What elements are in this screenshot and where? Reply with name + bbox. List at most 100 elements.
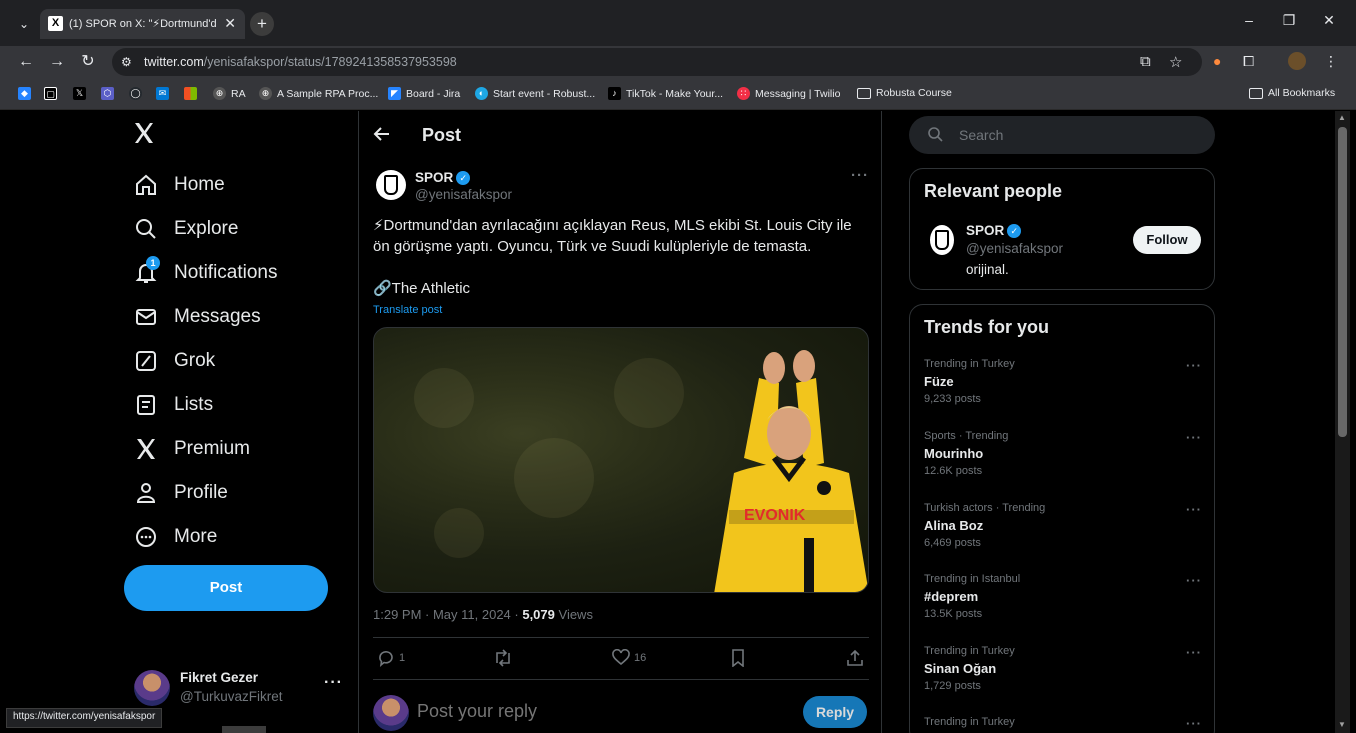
bookmark-star-icon[interactable]: ☆: [1169, 53, 1182, 71]
post-button[interactable]: Post: [124, 565, 328, 611]
nav-notifications[interactable]: 1 Notifications: [134, 256, 278, 288]
x-logo-icon[interactable]: [132, 121, 162, 151]
install-app-icon[interactable]: ⧉: [1140, 53, 1151, 70]
author-name[interactable]: SPOR ✓: [415, 170, 471, 185]
bookmark-action[interactable]: [730, 649, 746, 667]
bookmark-item[interactable]: ▢: [44, 87, 57, 100]
forward-icon[interactable]: →: [47, 52, 67, 72]
nav-premium[interactable]: Premium: [134, 434, 250, 464]
bookmark-item[interactable]: ◆: [18, 87, 31, 100]
relevant-person-handle[interactable]: @yenisafakspor: [966, 241, 1063, 256]
reply-count: 1: [399, 652, 406, 664]
bookmark-rpa[interactable]: ⊕ A Sample RPA Proc...: [259, 87, 378, 100]
nav-label: Grok: [174, 350, 216, 371]
bookmark-tiktok[interactable]: ♪ TikTok - Make Your...: [608, 87, 723, 100]
browser-toolbar: ← → ↻ ⚙ twitter.com/yenisafakspor/status…: [0, 46, 1356, 78]
search-box[interactable]: [909, 116, 1215, 154]
profile-avatar[interactable]: [1288, 52, 1306, 70]
bookmark-twilio[interactable]: ∷ Messaging | Twilio: [737, 87, 840, 100]
author-avatar[interactable]: [930, 225, 954, 255]
like-action[interactable]: 16: [612, 649, 646, 667]
nav-grok[interactable]: Grok: [134, 346, 215, 376]
tab-title: (1) SPOR on X: "⚡Dortmund'd: [69, 18, 217, 30]
tab-close-icon[interactable]: ✕: [224, 15, 236, 32]
nav-more[interactable]: More: [134, 522, 217, 552]
more-dots-icon[interactable]: ···: [1186, 430, 1202, 445]
all-bookmarks-folder[interactable]: All Bookmarks: [1249, 87, 1335, 99]
bookmark-item[interactable]: [184, 87, 197, 100]
verified-badge-icon: ✓: [1007, 223, 1022, 238]
nav-lists[interactable]: Lists: [134, 390, 213, 420]
reply-input[interactable]: [417, 701, 717, 722]
more-dots-icon[interactable]: ···: [1186, 645, 1202, 660]
back-icon[interactable]: ←: [16, 52, 36, 72]
follow-button[interactable]: Follow: [1133, 226, 1201, 254]
more-dots-icon[interactable]: ···: [851, 167, 869, 184]
trend-context: Trending in Istanbul: [924, 573, 1021, 585]
author-handle[interactable]: @yenisafakspor: [415, 187, 512, 202]
avatar: [373, 695, 409, 731]
trend-item[interactable]: Trending in Istanbul #deprem 13.5K posts…: [924, 573, 1204, 620]
bookmark-ra[interactable]: ⊕ RA: [213, 87, 246, 100]
author-avatar[interactable]: [376, 170, 406, 200]
window-close-icon[interactable]: ✕: [1314, 12, 1344, 29]
post-image[interactable]: EVONIK: [373, 327, 869, 593]
browser-tab-active[interactable]: X (1) SPOR on X: "⚡Dortmund'd ✕: [40, 9, 245, 39]
bookmark-icon: [732, 649, 744, 667]
back-arrow-icon[interactable]: [373, 125, 391, 143]
extension-icon[interactable]: ●: [1213, 53, 1221, 69]
trend-item[interactable]: Trending in Turkey ···: [924, 716, 1204, 731]
scroll-down-icon[interactable]: ▼: [1338, 720, 1346, 729]
url-text[interactable]: twitter.com/yenisafakspor/status/1789241…: [144, 55, 457, 69]
share-action[interactable]: [846, 649, 864, 667]
bookmark-folder-robusta[interactable]: Robusta Course: [857, 87, 952, 99]
minimize-icon[interactable]: –: [1234, 12, 1264, 28]
search-input[interactable]: [959, 127, 1199, 143]
browser-menu-icon[interactable]: ⋮: [1324, 53, 1338, 70]
tab-search-chevron-icon[interactable]: ⌄: [14, 14, 34, 34]
more-dots-icon[interactable]: ···: [1186, 573, 1202, 588]
bookmark-item[interactable]: 𝕏: [73, 87, 86, 100]
horizontal-scroll-thumb[interactable]: [222, 726, 266, 733]
bookmark-item[interactable]: ✉: [156, 87, 169, 100]
trend-count: 13.5K posts: [924, 608, 983, 620]
page-scrollbar[interactable]: ▲ ▼: [1335, 111, 1350, 733]
relevant-person-name[interactable]: SPOR ✓: [966, 223, 1022, 238]
translate-post-link[interactable]: Translate post: [373, 304, 442, 316]
more-circle-icon: [134, 525, 158, 549]
reply-button[interactable]: Reply: [803, 696, 867, 728]
more-dots-icon[interactable]: ···: [1186, 358, 1202, 373]
trend-item[interactable]: Sports · Trending Mourinho 12.6K posts ·…: [924, 430, 1204, 477]
trend-item[interactable]: Trending in Turkey Füze 9,233 posts ···: [924, 358, 1204, 405]
more-dots-icon[interactable]: ···: [1186, 716, 1202, 731]
bookmark-jira[interactable]: ◤ Board - Jira: [388, 87, 460, 100]
scroll-up-icon[interactable]: ▲: [1338, 113, 1346, 122]
bookmark-robust[interactable]: ◐ Start event - Robust...: [475, 87, 595, 100]
account-switcher[interactable]: Fikret Gezer @TurkuvazFikret ···: [132, 664, 344, 714]
retweet-action[interactable]: [493, 649, 513, 667]
site-info-icon[interactable]: ⚙: [121, 55, 132, 69]
extensions-puzzle-icon[interactable]: ⧠: [1243, 53, 1254, 70]
twitter-page: Home Explore 1 Notifications Messages Gr…: [6, 111, 1334, 733]
nav-messages[interactable]: Messages: [134, 302, 261, 332]
scroll-thumb[interactable]: [1338, 127, 1347, 437]
nav-profile[interactable]: Profile: [134, 478, 228, 508]
more-dots-icon[interactable]: ···: [1186, 502, 1202, 517]
more-dots-icon[interactable]: ···: [324, 674, 343, 692]
nav-home[interactable]: Home: [134, 170, 225, 200]
address-bar[interactable]: ⚙ twitter.com/yenisafakspor/status/17892…: [112, 48, 1202, 76]
trend-count: 12.6K posts: [924, 465, 983, 477]
bookmark-item[interactable]: ⬡: [101, 87, 114, 100]
reply-action[interactable]: 1: [377, 649, 405, 667]
account-name: Fikret Gezer: [180, 670, 259, 685]
search-icon: [134, 217, 158, 241]
new-tab-button[interactable]: +: [250, 12, 274, 36]
trend-item[interactable]: Turkish actors · Trending Alina Boz 6,46…: [924, 502, 1204, 549]
bookmark-item[interactable]: ◯: [129, 87, 142, 100]
post-column: Post SPOR ✓ @yenisafakspor ··· ⚡Dortmund'…: [358, 111, 882, 733]
restore-icon[interactable]: ❐: [1274, 12, 1304, 29]
nav-label: Profile: [174, 482, 228, 503]
trend-item[interactable]: Trending in Turkey Sinan Oğan 1,729 post…: [924, 645, 1204, 692]
reload-icon[interactable]: ↻: [78, 52, 98, 72]
nav-explore[interactable]: Explore: [134, 214, 238, 244]
